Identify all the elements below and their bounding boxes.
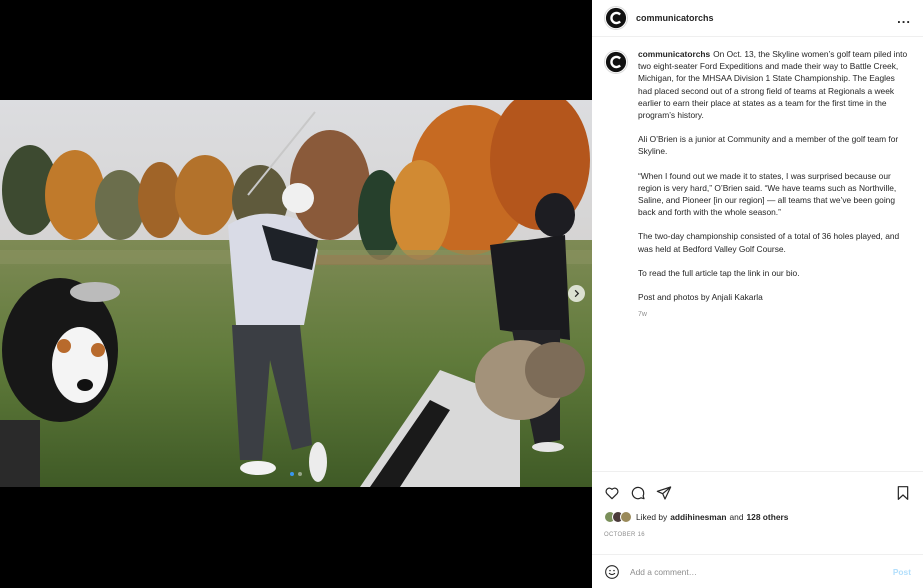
likes-and-label: and — [729, 512, 744, 522]
carousel-dot-2 — [298, 472, 302, 476]
comment-icon — [631, 486, 645, 500]
post-media — [0, 0, 592, 588]
add-comment-bar: Post — [592, 554, 923, 588]
post-comment-button[interactable]: Post — [893, 567, 911, 577]
liker-avatars — [604, 511, 632, 523]
comment-button[interactable] — [630, 485, 646, 501]
share-button[interactable] — [656, 485, 672, 501]
liker-avatar — [620, 511, 632, 523]
profile-avatar[interactable] — [604, 6, 628, 30]
letter-c-logo — [605, 7, 627, 29]
caption-username[interactable]: communicatorchs — [638, 49, 710, 59]
post-username[interactable]: communicatorchs — [636, 13, 714, 23]
caption-paragraph: communicatorchs On Oct. 13, the Skyline w… — [638, 48, 908, 121]
liker-username[interactable]: addihinesman — [670, 512, 726, 522]
like-button[interactable] — [604, 485, 620, 501]
likes-summary: Liked by addihinesman and 128 others — [604, 511, 788, 523]
emoji-icon — [605, 564, 619, 579]
more-options-button[interactable]: ... — [897, 11, 911, 26]
caption-text: On Oct. 13, the Skyline women’s golf tea… — [638, 49, 908, 121]
post-caption: communicatorchs On Oct. 13, the Skyline w… — [638, 48, 908, 321]
caption-paragraph: Post and photos by Anjali Kakarla — [638, 292, 763, 303]
liked-by-label: Liked by — [636, 512, 668, 522]
chevron-right-icon — [574, 289, 580, 298]
post-side-panel: communicatorchs ... communicatorchs On Oc… — [592, 0, 923, 588]
paper-plane-icon — [656, 486, 672, 500]
next-slide-button[interactable] — [568, 285, 585, 302]
carousel-indicator — [290, 472, 302, 476]
caption-row: communicatorchs On Oct. 13, the Skyline w… — [604, 48, 911, 321]
post-photo[interactable] — [0, 100, 592, 487]
post-header: communicatorchs ... — [592, 0, 923, 37]
comments-area[interactable]: communicatorchs On Oct. 13, the Skyline w… — [592, 42, 923, 472]
bookmark-icon — [897, 486, 909, 500]
caption-timestamp[interactable]: 7w — [638, 309, 908, 321]
post-date[interactable]: OCTOBER 16 — [604, 532, 645, 538]
caption-paragraph: The two-day championship consisted of a … — [638, 231, 900, 254]
action-bar — [604, 482, 911, 504]
emoji-button[interactable] — [604, 564, 620, 580]
heart-icon — [605, 487, 619, 500]
carousel-dot-1 — [290, 472, 294, 476]
caption-paragraph: Ali O’Brien is a junior at Community and… — [638, 134, 899, 157]
caption-paragraph: To read the full article tap the link in… — [638, 267, 800, 278]
save-button[interactable] — [895, 485, 911, 501]
comment-input[interactable] — [630, 566, 893, 577]
caption-avatar[interactable] — [604, 50, 628, 74]
caption-paragraph: “When I found out we made it to states, … — [638, 170, 897, 218]
letter-c-logo — [605, 51, 627, 73]
likes-others-link[interactable]: 128 others — [747, 512, 789, 522]
